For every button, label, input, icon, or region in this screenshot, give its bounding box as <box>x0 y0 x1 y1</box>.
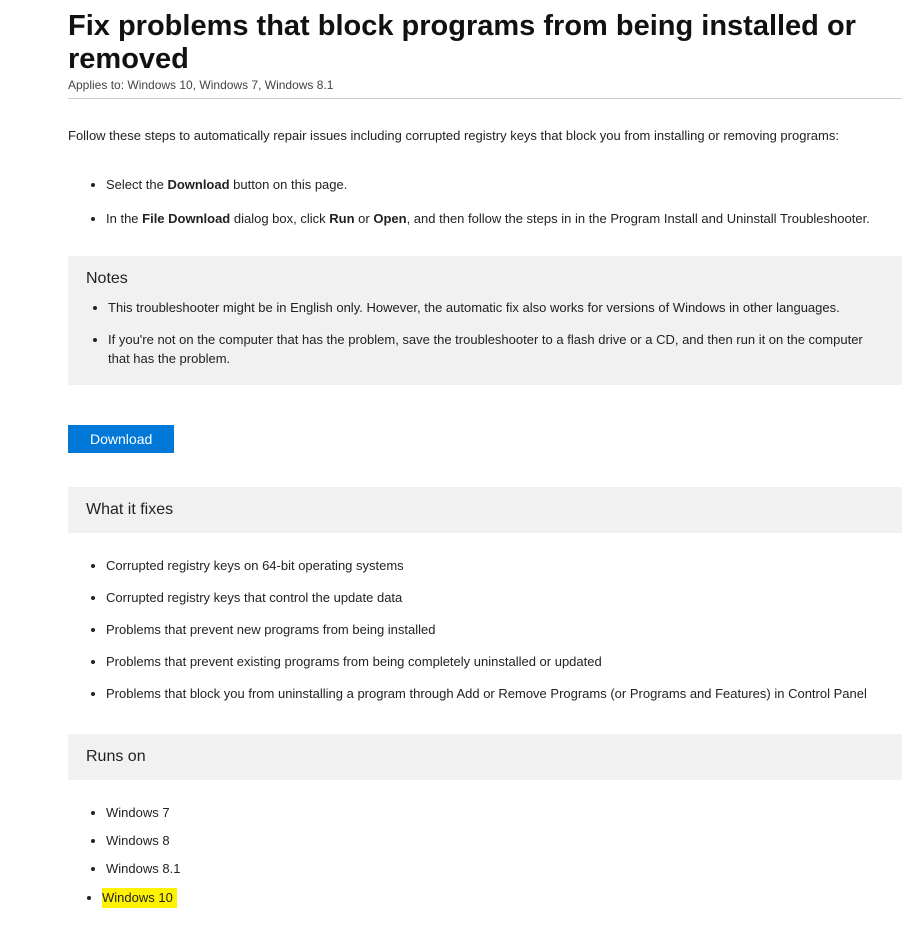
section-runs-on: Runs on <box>68 734 902 780</box>
step-item-2: In the File Download dialog box, click R… <box>106 209 902 229</box>
fix-item: Corrupted registry keys that control the… <box>106 589 902 607</box>
intro-text: Follow these steps to automatically repa… <box>68 127 902 145</box>
applies-to-text: Applies to: Windows 10, Windows 7, Windo… <box>68 78 902 92</box>
step-bold: Open <box>373 211 406 226</box>
page-title: Fix problems that block programs from be… <box>68 10 902 76</box>
fix-item: Problems that block you from uninstallin… <box>106 685 902 703</box>
page-content: Fix problems that block programs from be… <box>0 0 922 948</box>
runs-on-item: Windows 7 <box>106 804 902 822</box>
runs-on-item: Windows 8.1 <box>106 860 902 878</box>
notes-title: Notes <box>86 270 884 288</box>
runs-on-item: Windows 8 <box>106 832 902 850</box>
step-text: dialog box, click <box>230 211 329 226</box>
step-text: , and then follow the steps in in the Pr… <box>407 211 870 226</box>
notes-list: This troubleshooter might be in English … <box>86 298 884 369</box>
step-bold: Download <box>167 177 229 192</box>
steps-list: Select the Download button on this page.… <box>68 175 902 228</box>
notes-item: This troubleshooter might be in English … <box>108 298 884 318</box>
fix-item: Corrupted registry keys on 64-bit operat… <box>106 557 902 575</box>
step-text: button on this page. <box>230 177 348 192</box>
notes-item: If you're not on the computer that has t… <box>108 330 884 369</box>
section-what-it-fixes: What it fixes <box>68 487 902 533</box>
fix-item: Problems that prevent existing programs … <box>106 653 902 671</box>
runs-on-item-highlighted: Windows 10 <box>102 888 177 908</box>
download-button[interactable]: Download <box>68 425 174 453</box>
step-text: Select the <box>106 177 167 192</box>
step-bold: Run <box>329 211 354 226</box>
step-item-1: Select the Download button on this page. <box>106 175 902 195</box>
fixes-list: Corrupted registry keys on 64-bit operat… <box>68 557 902 704</box>
header-divider <box>68 98 902 99</box>
notes-box: Notes This troubleshooter might be in En… <box>68 256 902 385</box>
step-text: In the <box>106 211 142 226</box>
fix-item: Problems that prevent new programs from … <box>106 621 902 639</box>
step-text: or <box>355 211 374 226</box>
step-bold: File Download <box>142 211 230 226</box>
runs-on-list: Windows 7 Windows 8 Windows 8.1 Windows … <box>68 804 902 909</box>
